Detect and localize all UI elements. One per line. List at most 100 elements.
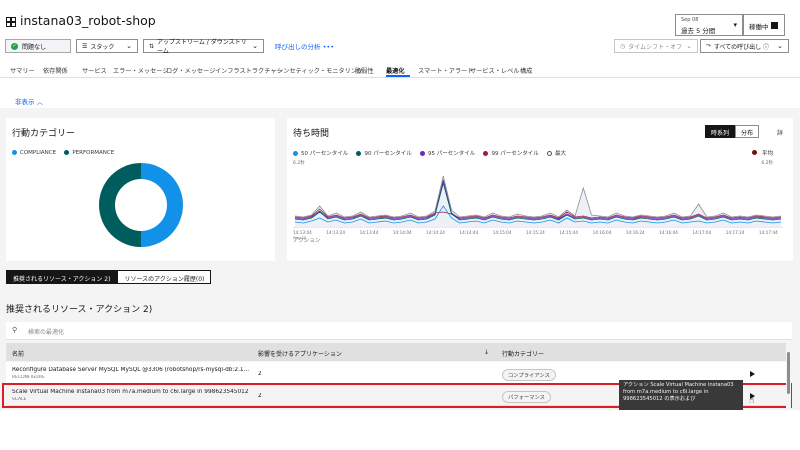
legend-label: 50 パーセンタイル xyxy=(301,151,349,157)
tab-summary[interactable]: サマリー xyxy=(10,66,35,75)
tab-configuration[interactable]: 構成 xyxy=(520,66,532,75)
x-tick-label: 14:16:24 xyxy=(625,230,645,235)
legend-item-average: 平均 xyxy=(752,149,773,157)
legend-item-performance: PERFORMANCE xyxy=(64,150,114,156)
x-tick-label: 14:15:44 xyxy=(559,230,579,235)
status-filter[interactable]: ✓ 問題なし xyxy=(5,39,71,53)
all-calls-dropdown[interactable]: ⤳ すべての呼び出し ⓘ ⌄ xyxy=(700,39,789,53)
legend-item-max: 最大 xyxy=(546,149,566,157)
analyze-calls-link[interactable]: 呼び出しの分析 ••• xyxy=(275,41,334,51)
timeshift-label: タイムシフト・オフ xyxy=(628,43,683,51)
timeshift-dropdown[interactable]: ◷ タイムシフト・オフ ⌄ xyxy=(614,39,698,53)
clock-icon: ◷ xyxy=(620,42,626,50)
tab-action-history[interactable]: リソースのアクション履歴(0) xyxy=(117,270,212,284)
row-name[interactable]: Reconfigure Database Server MySQL MySQL … xyxy=(12,367,252,373)
x-tick-label: 14:16:04 xyxy=(592,230,612,235)
legend-label: 90 パーセンタイル xyxy=(364,151,412,157)
behavior-category-card: 行動カテゴリー COMPLIANCE PERFORMANCE xyxy=(6,118,275,261)
hide-details-link[interactable]: 非表示 ︿ xyxy=(15,96,43,106)
stack-dropdown-label: スタック xyxy=(90,43,115,51)
behavior-donut-chart xyxy=(99,163,183,247)
latency-line-chart xyxy=(293,175,783,228)
legend-label: 99 パーセンタイル xyxy=(491,151,539,157)
legend-item-p50: 50 パーセンタイル xyxy=(293,149,348,157)
status-filter-label: 問題なし xyxy=(22,43,47,51)
behavior-legend: COMPLIANCE PERFORMANCE xyxy=(12,149,120,157)
chevron-down-icon: ⌄ xyxy=(252,42,258,50)
stack-icon: ☰ xyxy=(82,42,88,50)
x-tick-label: 14:17:24 xyxy=(725,230,745,235)
x-tick-label: 14:17:04 xyxy=(692,230,712,235)
stream-dropdown[interactable]: ⇅ アップストリーム / ダウンストリーム ⌄ xyxy=(143,39,264,55)
legend-item-compliance: COMPLIANCE xyxy=(12,150,56,156)
tab-service-levels[interactable]: サービス・レベル xyxy=(470,66,520,75)
legend-label: 平均 xyxy=(761,151,773,157)
column-header-affected-apps[interactable]: 影響を受けるアプリケーション xyxy=(258,349,342,358)
column-header-category[interactable]: 行動カテゴリー xyxy=(502,349,544,358)
tab-dependencies[interactable]: 依存関係 xyxy=(43,66,68,75)
checkmark-icon: ✓ xyxy=(11,42,18,50)
legend-label: 最大 xyxy=(554,151,566,157)
play-icon[interactable] xyxy=(750,371,755,377)
page-title: instana03_robot-shop xyxy=(20,13,156,28)
legend-swatch xyxy=(356,150,362,156)
column-header-name[interactable]: 名前 xyxy=(12,349,24,358)
x-tick-label: 14:16:44 xyxy=(659,230,678,235)
chevron-down-icon: ⌄ xyxy=(777,42,783,50)
tab-services[interactable]: サービス xyxy=(82,66,107,75)
legend-swatch xyxy=(752,150,758,155)
scrollbar-thumb[interactable] xyxy=(787,352,790,394)
legend-swatch xyxy=(546,150,552,156)
series-line-1[interactable] xyxy=(294,181,782,221)
x-tick-label: 14:13:44 xyxy=(359,230,379,235)
section-title: 推奨されるリソース・アクション 2) xyxy=(6,305,153,315)
tab-recommended-actions[interactable]: 推奨されるリソース・アクション 2) xyxy=(6,270,118,284)
stack-dropdown[interactable]: ☰ スタック ⌄ xyxy=(76,39,138,53)
live-mode-label: 稼働中 xyxy=(749,23,769,31)
legend-label: COMPLIANCE xyxy=(20,149,57,156)
toggle-distribution[interactable]: 分布 xyxy=(735,125,760,138)
row-action-type: RECONFIGURE xyxy=(12,375,45,380)
live-mode-button[interactable]: 稼働中 xyxy=(743,14,785,36)
tab-vulnerabilities[interactable]: 脆弱性 xyxy=(355,66,374,75)
time-range-value: 過去 5 分間 xyxy=(681,27,716,35)
tab-optimization[interactable]: 最適化 xyxy=(386,66,405,75)
x-axis-ticks: 14:13:04 14:13:24 14:13:44 14:14:04 14:14:24… xyxy=(293,230,783,242)
mouse-cursor-icon: ☝ xyxy=(749,396,755,406)
more-options[interactable]: 詳 xyxy=(777,128,783,137)
donut-slice-performance[interactable] xyxy=(99,163,141,247)
optimization-search[interactable]: ⚲ 検索の最適化 xyxy=(6,322,792,340)
legend-item-p95: 95 パーセンタイル xyxy=(419,149,475,157)
action-tooltip: アクション Scale Virtual Machine instana03 fr… xyxy=(619,380,743,410)
time-range-label: Sep 08 xyxy=(681,17,699,23)
donut-slice-compliance[interactable] xyxy=(141,163,183,247)
row-affected-apps: 2 xyxy=(258,371,262,377)
tab-infrastructure[interactable]: インフラストラクチャー xyxy=(215,66,283,75)
legend-swatch xyxy=(64,150,70,155)
tab-synthetic-monitoring[interactable]: シンセティック・モニタリング xyxy=(277,66,363,75)
route-icon: ⤳ xyxy=(706,42,711,49)
table-header xyxy=(6,343,786,361)
series-line-2[interactable] xyxy=(294,179,782,220)
series-line-4[interactable] xyxy=(294,175,782,218)
sort-arrow-icon[interactable]: ↓ xyxy=(484,349,489,356)
x-tick-label: 14:15:04 xyxy=(492,230,512,235)
behavior-card-title: 行動カテゴリー xyxy=(12,129,76,139)
tab-error-messages[interactable]: エラー・メッセージ xyxy=(113,66,169,75)
action-tab-switcher: 推奨されるリソース・アクション 2) リソースのアクション履歴(0) xyxy=(6,270,212,284)
legend-swatch xyxy=(483,150,489,156)
legend-item-p90: 90 パーセンタイル xyxy=(356,149,412,157)
x-tick-label: 14:14:24 xyxy=(426,230,445,235)
x-tick-label: 14:14:04 xyxy=(392,230,412,235)
legend-item-p99: 99 パーセンタイル xyxy=(483,149,539,157)
application-icon xyxy=(6,17,16,27)
legend-swatch xyxy=(12,150,17,155)
latency-legend: 50 パーセンタイル 90 パーセンタイル 95 パーセンタイル 99 パーセン… xyxy=(293,149,572,158)
stop-icon xyxy=(771,22,778,29)
time-range-picker[interactable]: Sep 08 過去 5 分間 ▾ xyxy=(675,14,743,36)
tab-smart-alerts[interactable]: スマート・アラート xyxy=(418,66,474,75)
tab-log-messages[interactable]: ログ・メッセージ xyxy=(166,66,215,75)
stream-dropdown-label: アップストリーム / ダウンストリーム xyxy=(157,39,247,55)
all-calls-label: すべての呼び出し ⓘ xyxy=(713,43,770,51)
toggle-timeseries[interactable]: 時系列 xyxy=(705,125,736,138)
